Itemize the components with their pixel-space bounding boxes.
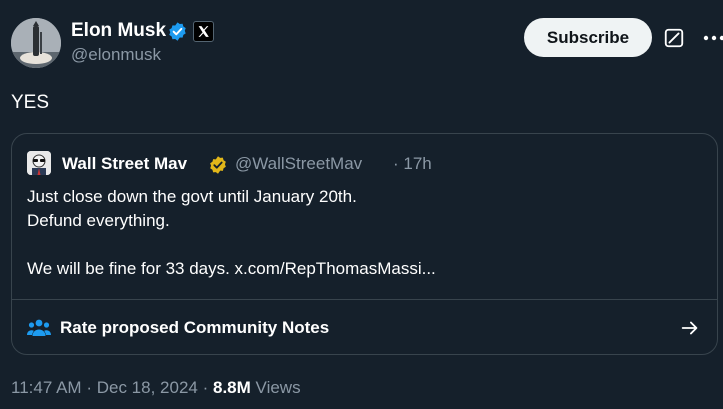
quote-text-line (27, 233, 707, 257)
quote-avatar[interactable] (27, 151, 51, 175)
tweet-detail: Elon Musk @elonmusk Subscribe YES Wall S… (0, 0, 723, 409)
tweet-meta: 11:47 AM · Dec 18, 2024 · 8.8M Views (11, 378, 301, 398)
meta-separator: · (202, 378, 209, 397)
rocket-launch-image (11, 18, 61, 68)
people-icon (27, 319, 51, 336)
quote-text: Just close down the govt until January 2… (27, 185, 707, 281)
avatar[interactable] (11, 18, 61, 68)
author-handle[interactable]: @elonmusk (71, 45, 161, 65)
more-icon[interactable] (697, 27, 723, 49)
subscribe-button[interactable]: Subscribe (524, 18, 652, 57)
x-logo-icon[interactable] (193, 21, 214, 42)
tweet-date[interactable]: Dec 18, 2024 (97, 378, 198, 397)
community-notes-label: Rate proposed Community Notes (60, 318, 330, 337)
quote-timestamp: · 17h (393, 154, 432, 173)
quote-author-name: Wall Street Mav (62, 154, 188, 173)
views-count: 8.8M (213, 378, 251, 397)
mascot-avatar-image (27, 151, 51, 175)
author-name[interactable]: Elon Musk (71, 20, 166, 42)
quoted-tweet[interactable]: Wall Street Mav @WallStreetMav · 17h Jus… (11, 133, 718, 355)
quote-text-line[interactable]: We will be fine for 33 days. x.com/RepTh… (27, 257, 707, 281)
rate-community-notes-button[interactable]: Rate proposed Community Notes (12, 299, 717, 354)
grok-icon[interactable] (663, 27, 685, 49)
meta-separator: · (86, 378, 92, 397)
arrow-right-icon (681, 321, 698, 335)
gold-check-icon (210, 156, 226, 174)
views-label: Views (255, 378, 301, 397)
quote-text-line: Defund everything. (27, 211, 170, 230)
tweet-text: YES (11, 92, 50, 113)
tweet-time[interactable]: 11:47 AM (11, 378, 82, 397)
x-logo-glyph (198, 26, 209, 37)
quote-author-handle: @WallStreetMav (235, 154, 363, 173)
quote-text-line: Just close down the govt until January 2… (27, 187, 357, 206)
blue-check-icon[interactable] (167, 21, 188, 42)
